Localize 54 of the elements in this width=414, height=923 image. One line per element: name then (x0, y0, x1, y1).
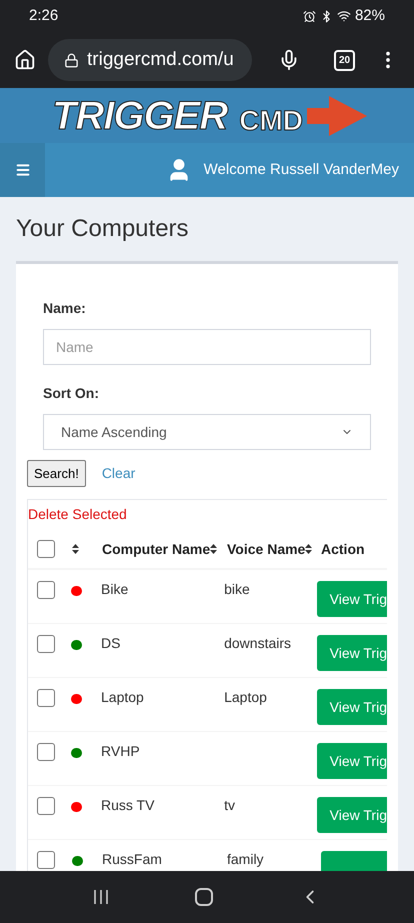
sort-select[interactable]: Name Ascending (43, 414, 371, 450)
checkbox[interactable] (37, 851, 55, 869)
address-bar[interactable]: triggercmd.com/u (48, 39, 252, 81)
logo-word: TRIGGER (52, 92, 228, 138)
view-triggers-button[interactable]: View Trig (316, 689, 387, 725)
sort-icon[interactable] (305, 544, 312, 554)
table-cell: RVHP (101, 743, 140, 759)
alarm-icon (302, 10, 316, 22)
battery-percent: 82% (354, 6, 385, 26)
menu-icon (14, 162, 30, 178)
table-cell: tv (224, 797, 235, 813)
table-cell: family (227, 851, 264, 867)
column-header: Action (321, 540, 365, 558)
delete-selected-link[interactable]: Delete Selected (28, 504, 127, 525)
table-cell: DS (101, 635, 120, 651)
view-triggers-button[interactable]: View Trig (316, 635, 387, 671)
field-label: Name: (43, 299, 87, 318)
column-header[interactable]: Computer Name (102, 538, 210, 560)
clock-time: 2:26 (29, 6, 58, 26)
table-cell: RussFam (102, 851, 162, 867)
lock-icon (64, 52, 79, 68)
checkbox[interactable] (37, 689, 55, 707)
menu-button[interactable] (0, 143, 45, 197)
wifi-icon (336, 9, 351, 23)
checkbox[interactable] (37, 540, 55, 558)
tab-count-button[interactable]: 20 (334, 50, 355, 70)
sort-icon[interactable] (210, 544, 218, 554)
view-triggers-button[interactable]: View Trig (316, 797, 387, 833)
checkbox[interactable] (37, 635, 55, 653)
url-text: triggercmd.com/u (87, 48, 234, 72)
checkbox[interactable] (37, 797, 55, 815)
arrow-icon (307, 96, 367, 136)
view-triggers-button[interactable]: View Trig (316, 581, 387, 617)
table-cell: Laptop (224, 689, 267, 705)
name-field[interactable]: Name (43, 329, 371, 365)
home-button-icon[interactable] (195, 888, 213, 906)
table-cell: Laptop (101, 689, 144, 705)
field-label: Sort On: (43, 384, 100, 403)
checkbox[interactable] (37, 743, 55, 761)
welcome-text[interactable]: Welcome Russell VanderMey (204, 158, 399, 182)
table-cell: Russ TV (101, 797, 154, 813)
page-title: Your Computers (16, 214, 190, 244)
table-cell: bike (224, 581, 250, 597)
table-cell: downstairs (224, 635, 292, 651)
checkbox[interactable] (37, 581, 55, 599)
logo-word: CMD (239, 104, 303, 138)
search-button[interactable]: Search! (27, 460, 86, 487)
table-cell: Bike (101, 581, 128, 597)
recent-apps-icon[interactable] (93, 889, 109, 905)
column-header[interactable]: Voice Name (227, 538, 306, 560)
view-triggers-button[interactable]: View Trig (316, 743, 387, 779)
sort-icon[interactable] (72, 544, 79, 554)
clear-link[interactable]: Clear (102, 463, 136, 484)
home-icon[interactable] (14, 49, 36, 71)
